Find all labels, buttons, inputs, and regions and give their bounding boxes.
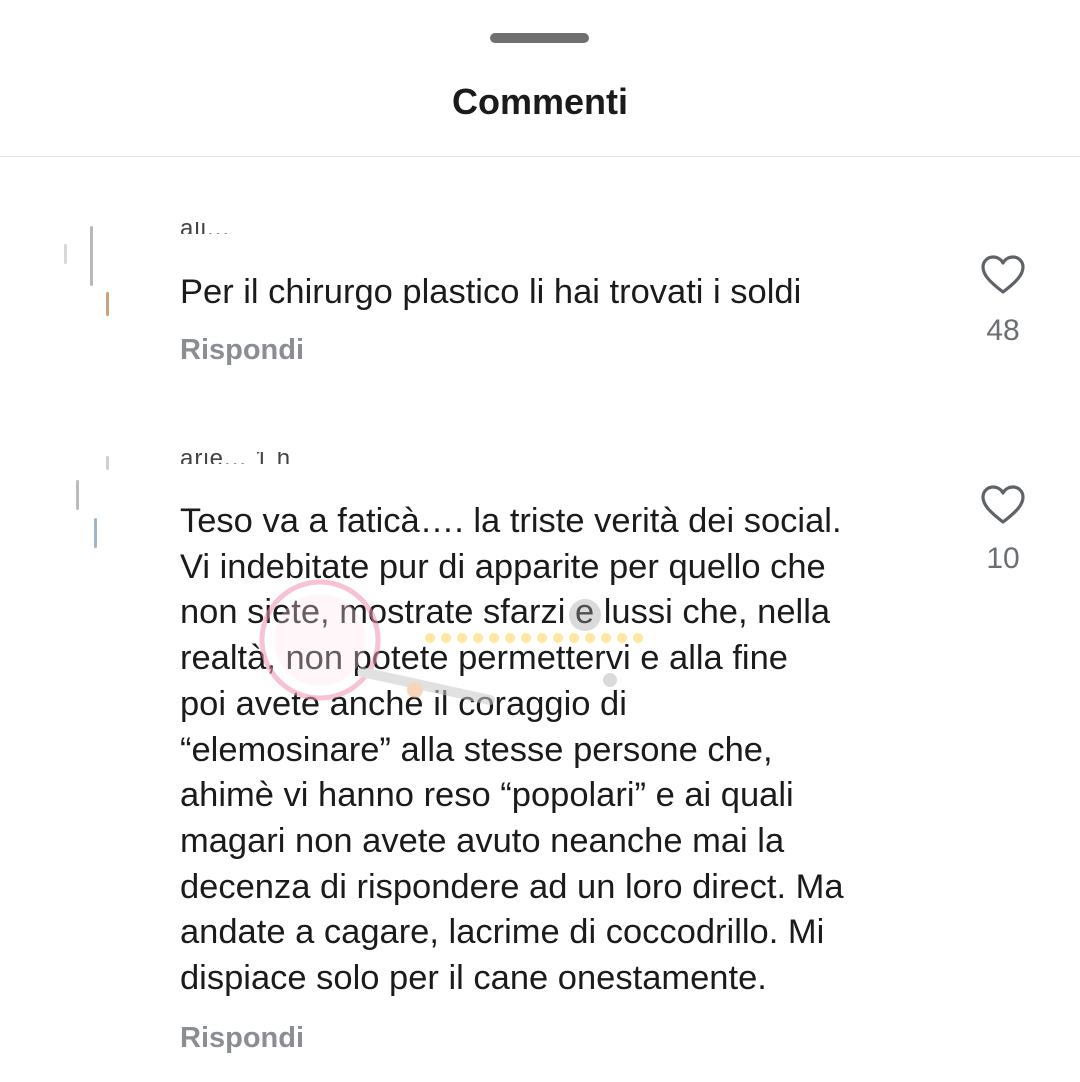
heart-outline-icon[interactable] [980, 485, 1026, 525]
heart-outline-icon[interactable] [980, 255, 1026, 295]
reply-button[interactable]: Rispondi [180, 1022, 304, 1055]
sheet-title: Commenti [451, 81, 628, 122]
like-count: 10 [986, 542, 1020, 575]
like-count: 48 [986, 314, 1020, 347]
avatar[interactable] [58, 452, 122, 548]
drag-handle[interactable] [490, 33, 589, 43]
comment-text: Per il chirurgo plastico li hai trovati … [180, 273, 802, 311]
reply-button[interactable]: Rispondi [180, 334, 304, 367]
comment-text: Teso va a faticà…. la triste verità dei … [180, 502, 844, 998]
header-divider [0, 156, 1080, 157]
avatar[interactable] [58, 222, 122, 318]
comment-username[interactable]: ali... [180, 222, 260, 234]
comment-username[interactable]: arie... 1 h [180, 452, 370, 464]
comments-sheet: Commenti ali... Per il chirurgo plastico… [0, 0, 1080, 1082]
